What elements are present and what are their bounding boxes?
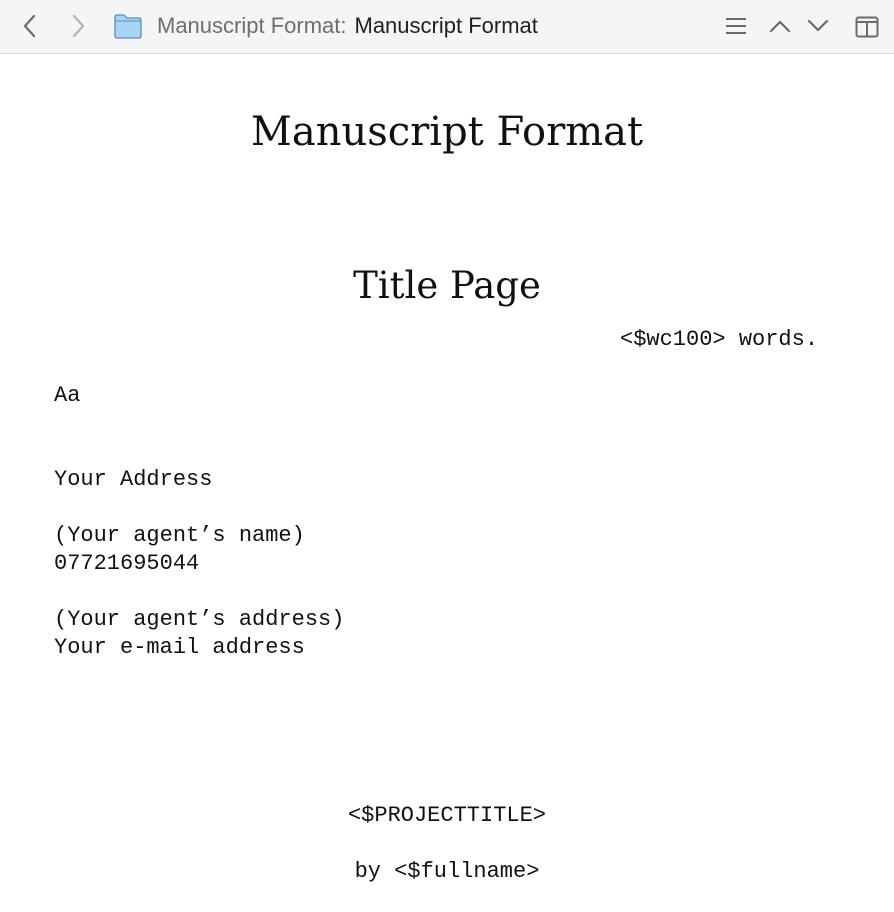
forward-button[interactable] bbox=[62, 10, 94, 42]
back-button[interactable] bbox=[14, 10, 46, 42]
toolbar: Manuscript Format: Manuscript Format bbox=[0, 0, 894, 54]
previous-item-button[interactable] bbox=[766, 12, 794, 40]
chevron-left-icon bbox=[23, 14, 36, 38]
breadcrumb: Manuscript Format: Manuscript Format bbox=[157, 12, 538, 40]
chevron-down-icon bbox=[807, 19, 829, 32]
project-title: <$PROJECTTITLE> bbox=[347, 803, 547, 828]
breadcrumb-parent[interactable]: Manuscript Format: bbox=[157, 13, 347, 38]
split-view-icon bbox=[855, 16, 879, 38]
agent-block: (Your agent’s name) (Your agent’s addres… bbox=[54, 466, 344, 690]
word-count: <$wc100> words. bbox=[620, 327, 819, 352]
chevron-right-icon bbox=[72, 14, 85, 38]
split-view-button[interactable] bbox=[852, 12, 882, 42]
breadcrumb-current: Manuscript Format bbox=[354, 13, 538, 38]
folder-icon bbox=[113, 12, 143, 40]
section-heading: Title Page bbox=[353, 264, 541, 307]
agent-name: (Your agent’s name) bbox=[54, 523, 305, 548]
next-item-button[interactable] bbox=[804, 12, 832, 40]
list-button[interactable] bbox=[722, 12, 750, 40]
byline: by <$fullname> bbox=[354, 859, 540, 884]
list-icon bbox=[726, 18, 746, 34]
document-page[interactable]: Manuscript Format Title Page Aa Your Add… bbox=[0, 55, 894, 912]
author-name: Aa bbox=[54, 383, 81, 408]
agent-address: (Your agent’s address) bbox=[54, 607, 345, 632]
document-title: Manuscript Format bbox=[250, 109, 644, 155]
chevron-up-icon bbox=[769, 20, 791, 33]
